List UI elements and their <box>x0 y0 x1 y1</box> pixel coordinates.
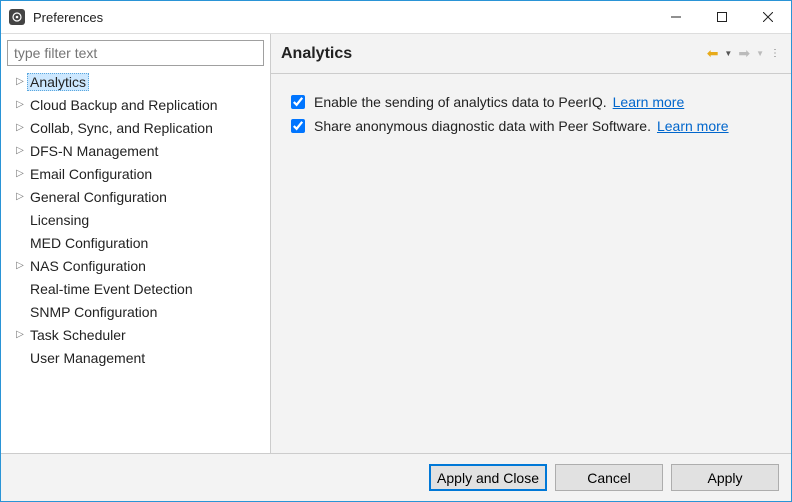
filter-input[interactable] <box>7 40 264 66</box>
tree-item-collab-sync-and-replication[interactable]: ▷Collab, Sync, and Replication <box>7 116 264 139</box>
maximize-button[interactable] <box>699 1 745 33</box>
titlebar: Preferences <box>1 1 791 33</box>
tree-item-task-scheduler[interactable]: ▷Task Scheduler <box>7 323 264 346</box>
apply-button[interactable]: Apply <box>671 464 779 491</box>
option-text: Enable the sending of analytics data to … <box>314 94 607 110</box>
tree-item-label: Analytics <box>27 73 89 91</box>
tree-item-cloud-backup-and-replication[interactable]: ▷Cloud Backup and Replication <box>7 93 264 116</box>
option-row: Enable the sending of analytics data to … <box>287 90 775 114</box>
tree-item-label: Email Configuration <box>27 166 155 182</box>
tree-item-label: General Configuration <box>27 189 170 205</box>
learn-more-link[interactable]: Learn more <box>657 118 729 134</box>
tree-item-label: Real-time Event Detection <box>27 281 196 297</box>
expander-icon[interactable]: ▷ <box>13 76 27 87</box>
minimize-button[interactable] <box>653 1 699 33</box>
tree-item-dfs-n-management[interactable]: ▷DFS-N Management <box>7 139 264 162</box>
expander-icon[interactable]: ▷ <box>13 260 27 271</box>
option-checkbox[interactable] <box>291 95 305 109</box>
tree-item-user-management[interactable]: User Management <box>7 346 264 369</box>
tree-item-label: SNMP Configuration <box>27 304 160 320</box>
tree-item-label: Collab, Sync, and Replication <box>27 120 216 136</box>
option-row: Share anonymous diagnostic data with Pee… <box>287 114 775 138</box>
tree-item-label: NAS Configuration <box>27 258 149 274</box>
expander-icon[interactable]: ▷ <box>13 168 27 179</box>
expander-icon[interactable]: ▷ <box>13 145 27 156</box>
learn-more-link[interactable]: Learn more <box>613 94 685 110</box>
tree-item-real-time-event-detection[interactable]: Real-time Event Detection <box>7 277 264 300</box>
tree-item-snmp-configuration[interactable]: SNMP Configuration <box>7 300 264 323</box>
cancel-button[interactable]: Cancel <box>555 464 663 491</box>
tree-item-label: User Management <box>27 350 148 366</box>
tree-item-label: MED Configuration <box>27 235 151 251</box>
tree-item-analytics[interactable]: ▷Analytics <box>7 70 264 93</box>
apply-and-close-button[interactable]: Apply and Close <box>429 464 547 491</box>
back-icon[interactable]: ⬅ <box>707 45 719 62</box>
expander-icon[interactable]: ▷ <box>13 329 27 340</box>
tree-item-email-configuration[interactable]: ▷Email Configuration <box>7 162 264 185</box>
tree-item-label: Cloud Backup and Replication <box>27 97 221 113</box>
tree-item-licensing[interactable]: Licensing <box>7 208 264 231</box>
preferences-window: Preferences ▷Analytics▷Cloud Backup and … <box>0 0 792 502</box>
close-button[interactable] <box>745 1 791 33</box>
button-bar: Apply and Close Cancel Apply <box>1 453 791 501</box>
option-checkbox[interactable] <box>291 119 305 133</box>
content-area: Enable the sending of analytics data to … <box>271 74 791 453</box>
tree-item-general-configuration[interactable]: ▷General Configuration <box>7 185 264 208</box>
expander-icon[interactable]: ▷ <box>13 122 27 133</box>
main-header: Analytics ⬅ ▼ ➡ ▼ ⋮ <box>271 34 791 74</box>
menu-icon[interactable]: ⋮ <box>770 48 781 59</box>
page-title: Analytics <box>281 45 707 63</box>
option-text: Share anonymous diagnostic data with Pee… <box>314 118 651 134</box>
expander-icon[interactable]: ▷ <box>13 99 27 110</box>
forward-menu-icon[interactable]: ▼ <box>756 49 764 58</box>
window-title: Preferences <box>33 10 103 25</box>
preferences-tree: ▷Analytics▷Cloud Backup and Replication▷… <box>7 70 264 369</box>
tree-item-label: Task Scheduler <box>27 327 129 343</box>
back-menu-icon[interactable]: ▼ <box>724 49 732 58</box>
forward-icon[interactable]: ➡ <box>738 45 750 62</box>
tree-item-med-configuration[interactable]: MED Configuration <box>7 231 264 254</box>
tree-item-nas-configuration[interactable]: ▷NAS Configuration <box>7 254 264 277</box>
sidebar: ▷Analytics▷Cloud Backup and Replication▷… <box>1 34 271 453</box>
app-icon <box>9 9 25 25</box>
expander-icon[interactable]: ▷ <box>13 191 27 202</box>
main-panel: Analytics ⬅ ▼ ➡ ▼ ⋮ Enable the sending o… <box>271 34 791 453</box>
tree-item-label: Licensing <box>27 212 92 228</box>
tree-item-label: DFS-N Management <box>27 143 161 159</box>
